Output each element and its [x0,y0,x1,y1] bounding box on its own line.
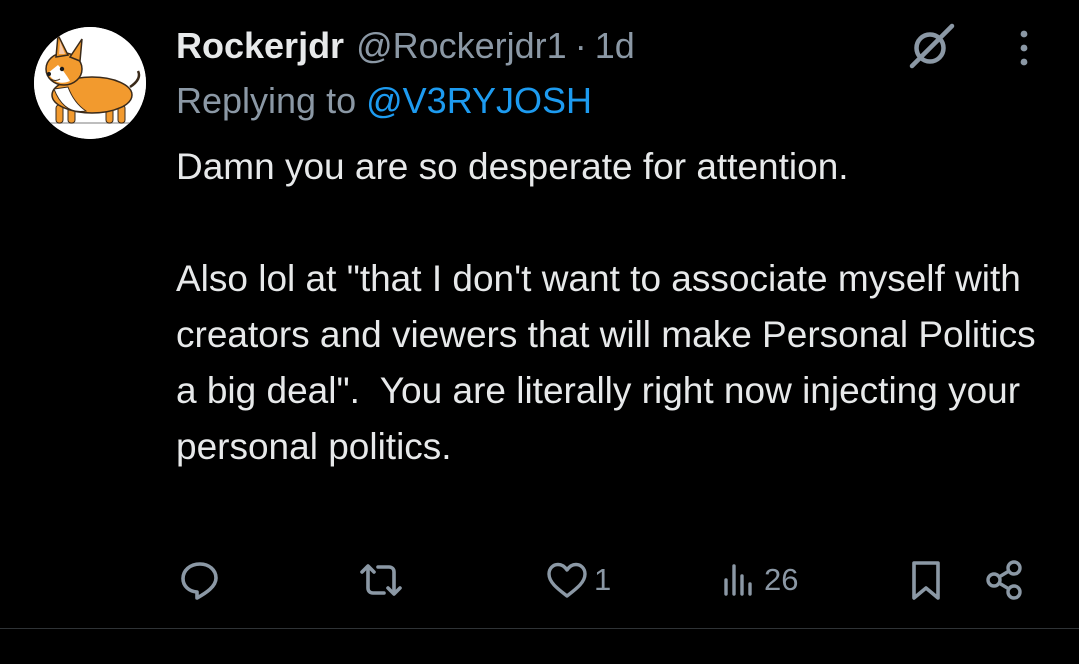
share-icon [982,558,1026,602]
separator-dot: · [574,25,587,66]
views-button[interactable]: 26 [720,556,798,604]
corgi-avatar-image [34,27,146,139]
display-name[interactable]: Rockerjdr [176,25,344,67]
divider [0,628,1079,629]
tweet-header: Rockerjdr @Rockerjdr1 · 1d [176,22,635,70]
views-icon [720,558,760,602]
tweet-text: Damn you are so desperate for attention.… [176,139,1036,475]
action-bar: 1 26 [0,556,1079,604]
avatar[interactable] [34,27,146,139]
retweet-icon [356,558,406,602]
heart-icon [544,558,590,602]
tweet-paragraph-1: Damn you are so desperate for attention. [176,146,849,187]
bookmark-button[interactable] [906,556,946,604]
bookmark-icon [906,558,946,602]
user-handle[interactable]: @Rockerjdr1 [356,25,567,67]
retweet-button[interactable] [356,556,406,604]
timestamp[interactable]: 1d [595,25,635,67]
grok-icon[interactable] [902,18,958,74]
share-button[interactable] [982,556,1026,604]
replying-to-line: Replying to @V3RYJOSH [176,80,592,122]
tweet-paragraph-2: Also lol at "that I don't want to associ… [176,258,1046,467]
replying-to-label: Replying to [176,80,367,121]
reply-icon [178,558,222,602]
replying-to-link[interactable]: @V3RYJOSH [366,80,592,121]
reply-button[interactable] [178,556,222,604]
views-count: 26 [764,562,799,597]
like-button[interactable]: 1 [544,556,611,604]
tweet[interactable]: Rockerjdr @Rockerjdr1 · 1d Replying to @… [0,0,1079,629]
more-icon[interactable] [1008,26,1040,70]
like-count: 1 [594,562,612,597]
